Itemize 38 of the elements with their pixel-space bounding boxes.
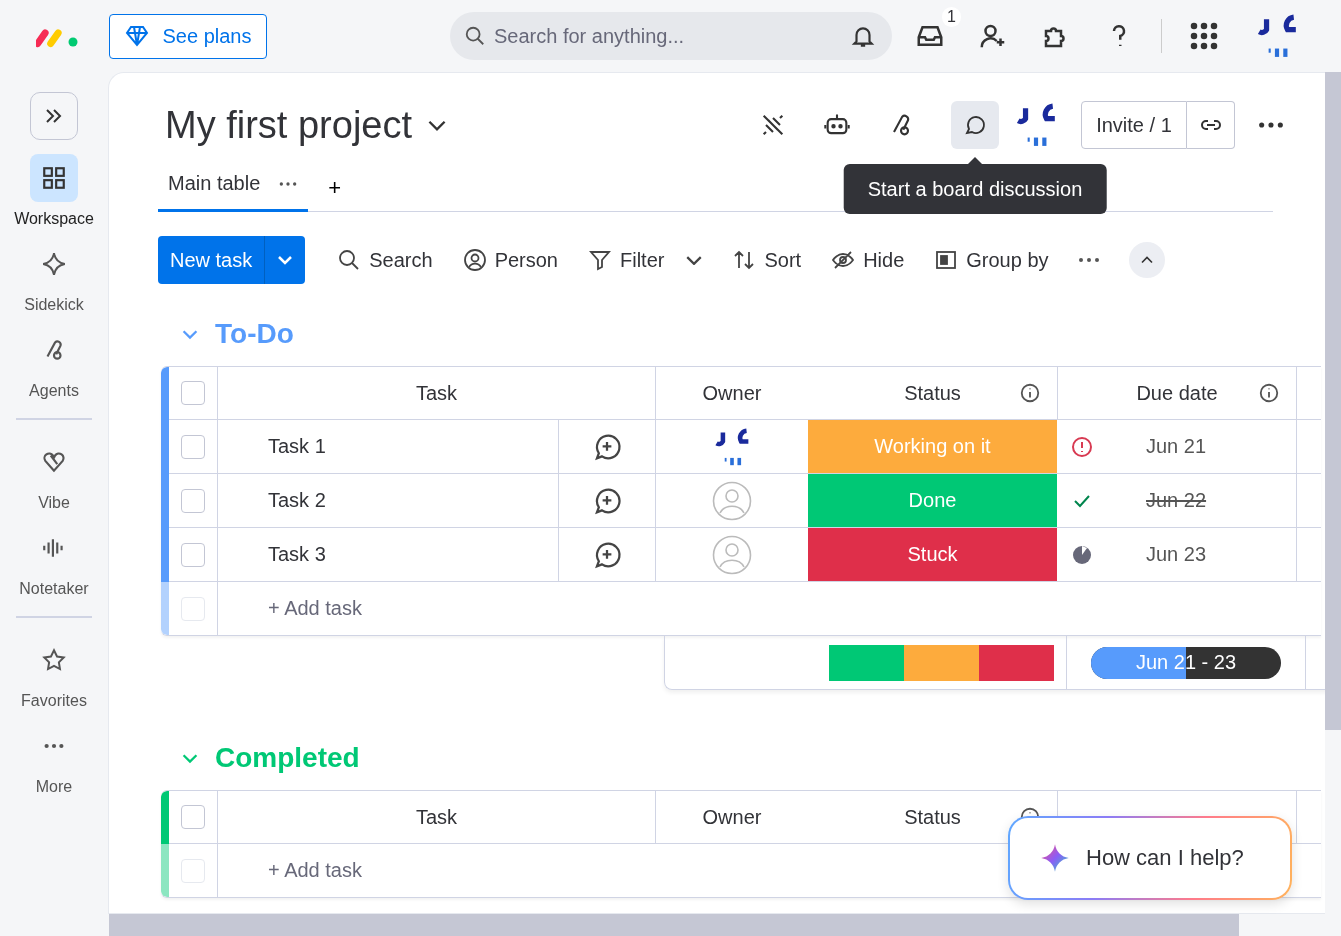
sidebar-item[interactable]: Sidekick [4,240,104,314]
view-tab[interactable]: Main table [158,172,309,212]
ai-help-toast[interactable]: How can I help? [1008,816,1292,900]
task-name[interactable]: Task 3 [218,528,559,581]
column-header: Status [904,381,961,405]
notification-badge: 1 [942,7,961,27]
column-header: Status [904,805,961,829]
search-input[interactable]: Search for anything... [492,23,844,49]
sidebar-item[interactable]: Vibe [4,438,104,512]
toolbar-button[interactable]: Sort [724,240,810,280]
status-label[interactable]: Stuck [808,528,1058,581]
board-title[interactable]: My first project [165,103,413,147]
toolbar-button[interactable]: Hide [823,240,913,280]
sidebar-item[interactable]: Agents [4,326,104,400]
toolbar-button[interactable]: Search [329,240,441,280]
toolbar-button[interactable]: Group by [926,240,1057,280]
new-task-button[interactable]: New task [158,236,265,284]
see-plans-button[interactable]: See plans [109,13,267,59]
search-field[interactable]: Search for anything... [450,12,892,60]
due-date[interactable]: Jun 21 [1146,435,1207,458]
column-header: Due date [1136,381,1218,405]
column-header: Task [218,791,656,843]
sidebar-item[interactable]: Favorites [4,636,104,710]
toolbar-button[interactable]: Filter [580,240,711,280]
tooltip: Start a board discussion [843,164,1107,214]
sidebar-item[interactable]: Workspace [4,154,104,228]
add-view-button[interactable]: + [320,175,350,211]
task-name[interactable]: Task 1 [218,420,559,473]
task-name[interactable]: Task 2 [218,474,559,527]
sidebar-item[interactable]: More [4,722,104,796]
column-header: Task [218,367,656,419]
invite-button[interactable]: Invite / 1 [1081,101,1187,149]
due-date[interactable]: Jun 23 [1146,543,1207,566]
column-header: Owner [701,804,763,830]
toolbar-button[interactable]: Person [454,240,566,280]
due-date[interactable]: Jun 22 [1146,489,1207,512]
column-header: Owner [701,380,763,406]
sidebar-item[interactable]: Notetaker [4,524,104,598]
